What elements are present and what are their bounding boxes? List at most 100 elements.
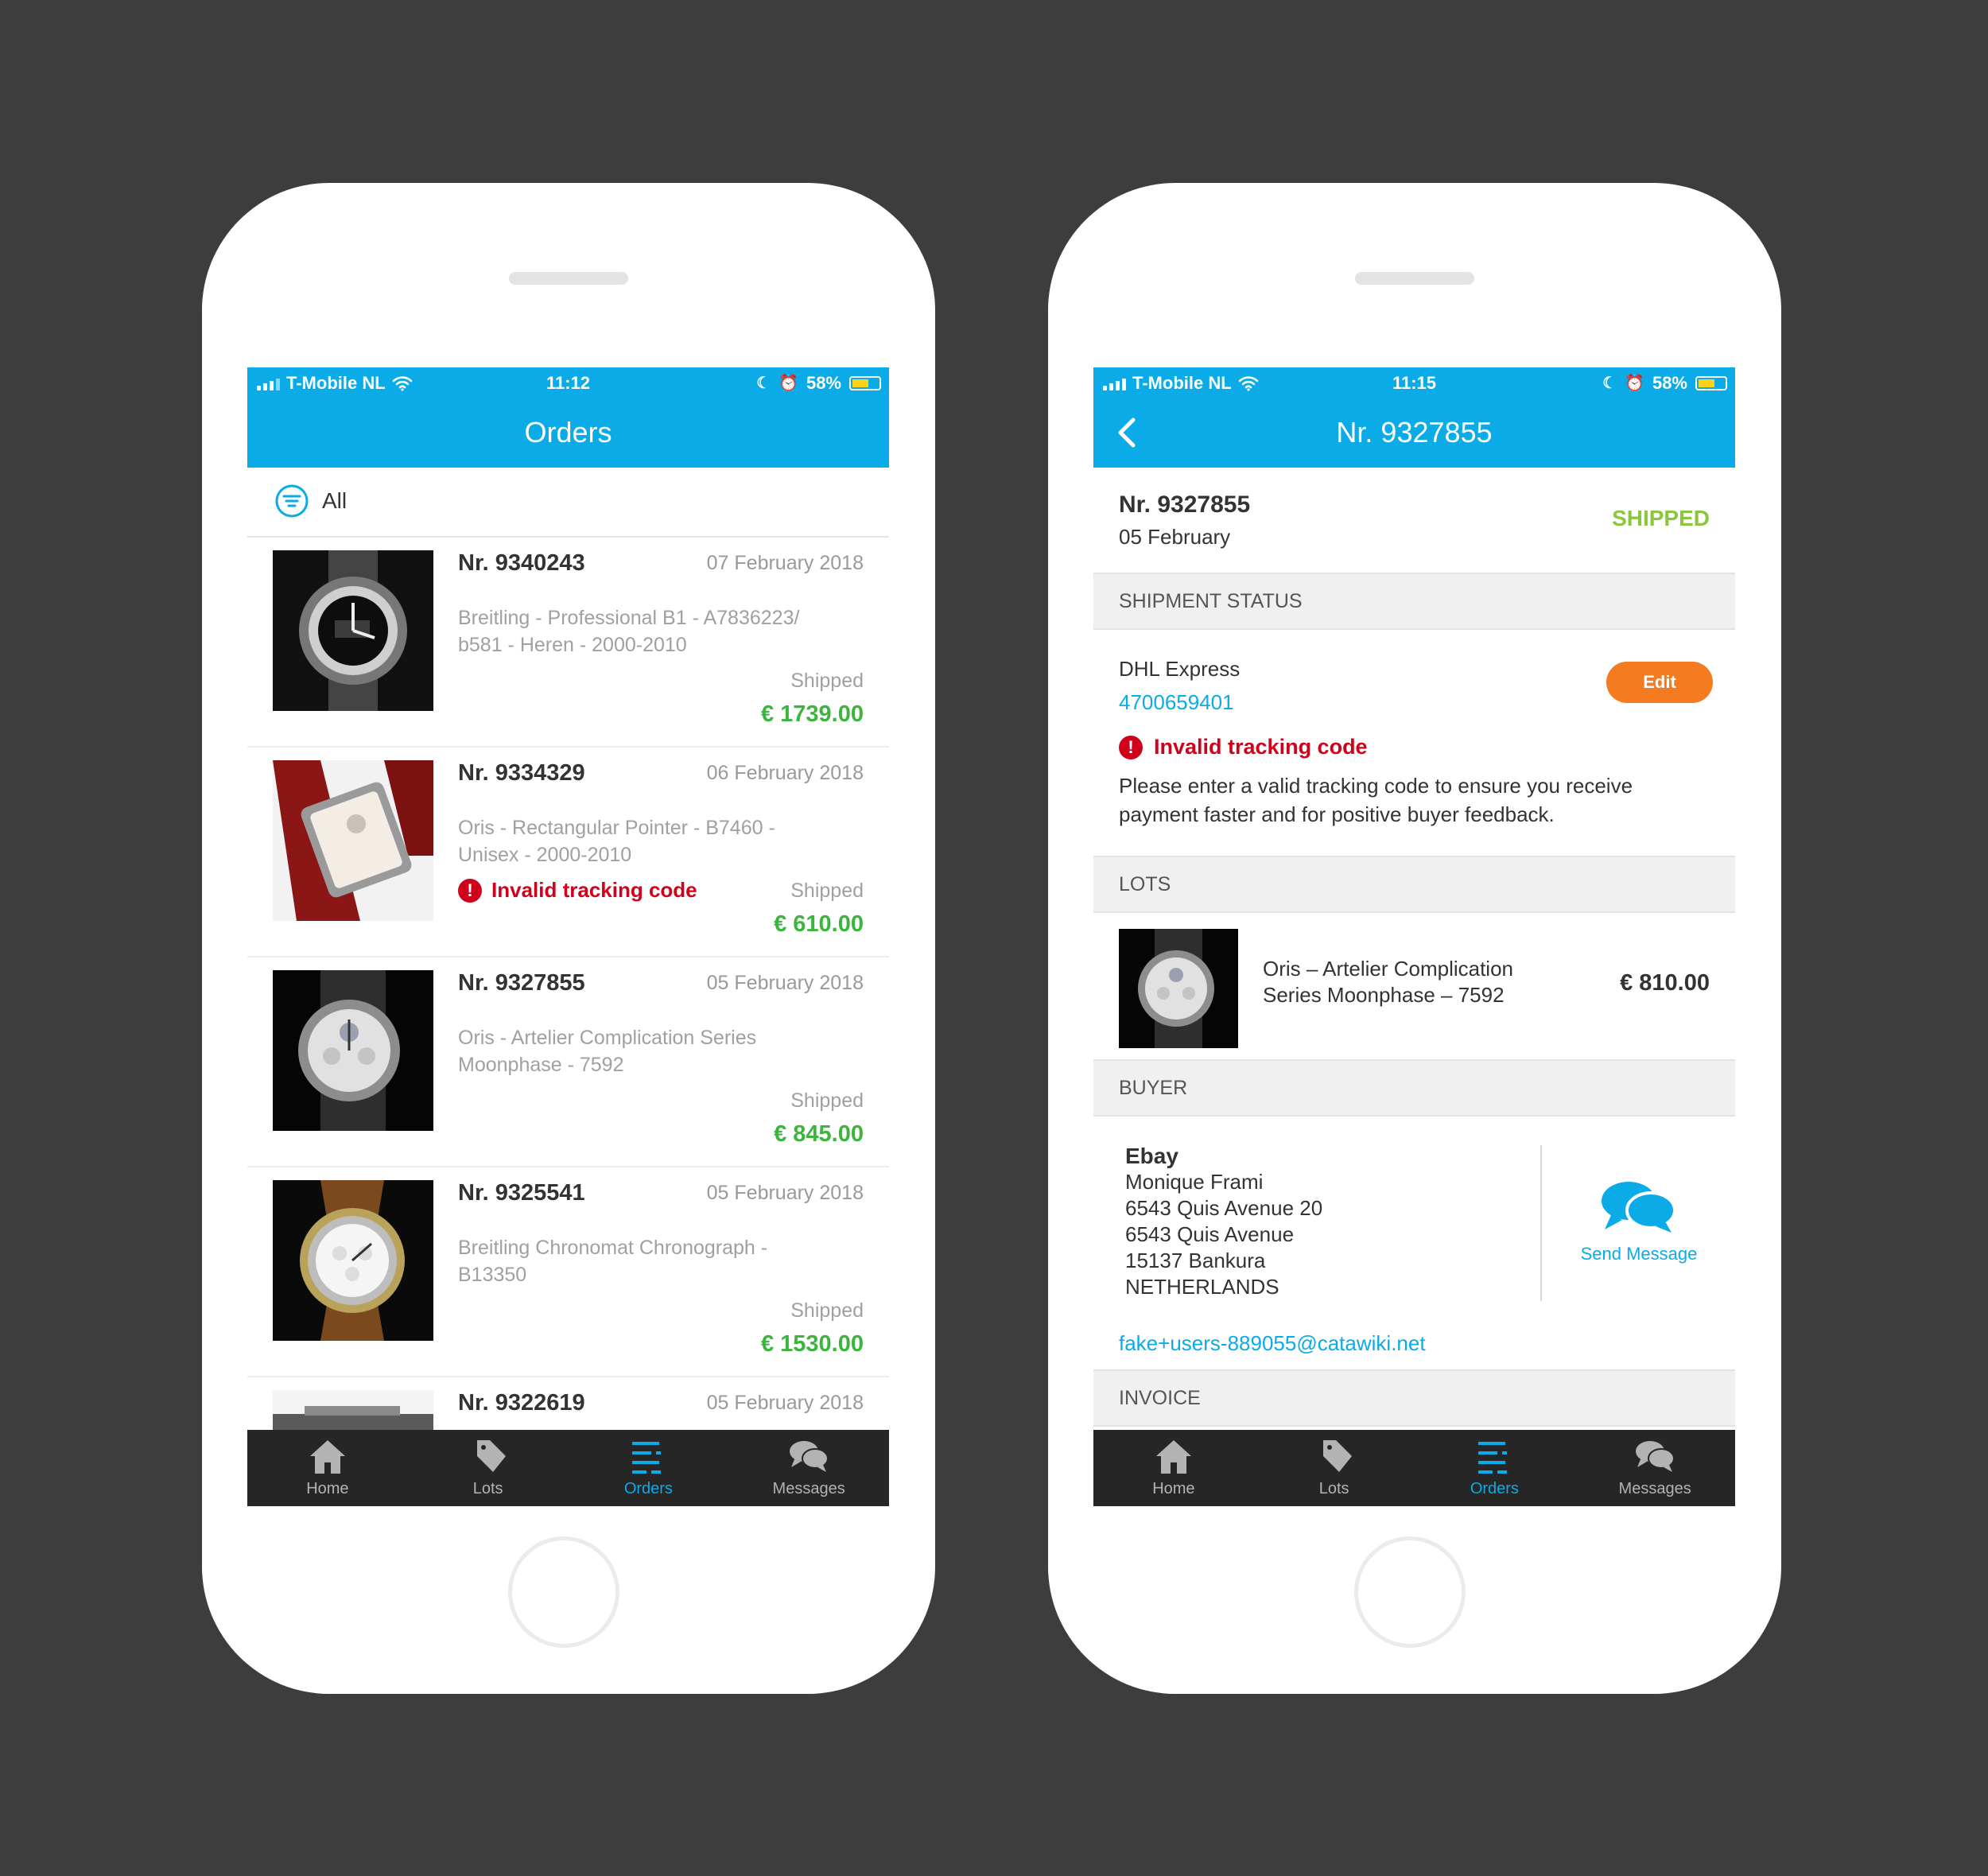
alarm-icon: ⏰ (779, 375, 798, 392)
app-bar: T-Mobile NL 11:12 ☾ ⏰ 58% Orders (247, 367, 889, 468)
edit-button[interactable]: Edit (1606, 662, 1713, 703)
tag-icon (476, 1440, 506, 1472)
order-number: Nr. 9340243 (458, 550, 585, 576)
watch-thumbnail (273, 970, 433, 1131)
tab-lots[interactable]: Lots (1254, 1430, 1415, 1506)
alert-icon: ! (458, 878, 482, 903)
watch-thumbnail (273, 1180, 433, 1341)
tab-label: Orders (1470, 1480, 1519, 1497)
tab-bar: Home Lots Orders Messages (1093, 1430, 1735, 1506)
tab-home[interactable]: Home (247, 1430, 408, 1506)
orders-screen: T-Mobile NL 11:12 ☾ ⏰ 58% Orders All Nr.… (247, 367, 889, 1506)
tab-label: Home (306, 1480, 349, 1497)
carrier-name: DHL Express (1119, 657, 1241, 681)
send-message-label: Send Message (1580, 1244, 1698, 1264)
tab-home[interactable]: Home (1093, 1430, 1254, 1506)
section-header-invoice: INVOICE (1093, 1369, 1735, 1427)
order-date: 05 February 2018 (706, 972, 864, 994)
battery-percent: 58% (1652, 373, 1687, 393)
order-number: Nr. 9325541 (458, 1180, 585, 1206)
status-bar: T-Mobile NL 11:15 ☾ ⏰ 58% (1093, 367, 1735, 399)
order-number: Nr. 9327855 (458, 970, 585, 996)
tab-lots[interactable]: Lots (408, 1430, 569, 1506)
moon-icon: ☾ (1602, 375, 1617, 392)
filter-label: All (322, 488, 348, 513)
order-item[interactable]: Nr. 9340243 07 February 2018 Breitling -… (247, 538, 889, 748)
tab-bar: Home Lots Orders Messages (247, 1430, 889, 1506)
order-price: € 610.00 (774, 911, 864, 937)
order-number: Nr. 9327855 (1119, 491, 1251, 518)
status-badge: SHIPPED (1612, 506, 1710, 530)
tracking-warning: ! Invalid tracking code (458, 878, 697, 903)
order-date: 05 February 2018 (706, 1392, 864, 1414)
warning-text: Invalid tracking code (491, 878, 697, 902)
orders-list-icon (632, 1442, 662, 1474)
tab-label: Messages (1618, 1480, 1691, 1497)
order-status: Shipped (790, 880, 864, 902)
warning-note: Please enter a valid tracking code to en… (1119, 774, 1633, 826)
filter-bar[interactable]: All (247, 468, 889, 538)
device-home-button[interactable] (508, 1536, 619, 1648)
buyer-line: 6543 Quis Avenue 20 (1125, 1196, 1323, 1220)
order-number: Nr. 9334329 (458, 760, 585, 786)
send-message-button[interactable]: Send Message (1559, 1179, 1718, 1264)
order-price: € 1530.00 (760, 1331, 864, 1357)
filter-icon[interactable] (274, 484, 309, 519)
page-title: Orders (524, 416, 612, 449)
page-title: Nr. 9327855 (1336, 416, 1493, 449)
tab-label: Lots (472, 1480, 503, 1497)
order-detail-screen: T-Mobile NL 11:15 ☾ ⏰ 58% Nr. 9327855 Nr… (1093, 367, 1735, 1506)
buyer-line: 6543 Quis Avenue (1125, 1222, 1295, 1246)
order-date: 05 February 2018 (706, 1182, 864, 1204)
phone-left: T-Mobile NL 11:12 ☾ ⏰ 58% Orders All Nr.… (202, 183, 935, 1694)
moon-icon: ☾ (756, 375, 771, 392)
buyer-line: 15137 Bankura (1125, 1249, 1266, 1272)
tab-label: Lots (1318, 1480, 1349, 1497)
order-status: Shipped (790, 670, 864, 692)
tracking-code-link[interactable]: 4700659401 (1119, 690, 1234, 715)
tab-orders[interactable]: Orders (569, 1430, 729, 1506)
app-bar: T-Mobile NL 11:15 ☾ ⏰ 58% Nr. 9327855 (1093, 367, 1735, 468)
order-description: Breitling Chronomat Chronograph - B13350 (458, 1237, 768, 1286)
divider (1540, 1145, 1542, 1301)
chat-bubbles-icon (1602, 1182, 1676, 1233)
section-header-lots: LOTS (1093, 856, 1735, 913)
buyer-name: Ebay (1125, 1144, 1178, 1168)
order-status: Shipped (790, 1089, 864, 1112)
order-item[interactable]: Nr. 9334329 06 February 2018 Oris - Rect… (247, 748, 889, 957)
tab-orders[interactable]: Orders (1415, 1430, 1575, 1506)
section-header-buyer: BUYER (1093, 1059, 1735, 1117)
tab-messages[interactable]: Messages (728, 1430, 889, 1506)
battery-icon (849, 376, 881, 390)
order-price: € 845.00 (774, 1121, 864, 1147)
order-date: 07 February 2018 (706, 552, 864, 574)
tag-icon (1322, 1440, 1352, 1472)
order-date: 06 February 2018 (706, 762, 864, 784)
phone-right: T-Mobile NL 11:15 ☾ ⏰ 58% Nr. 9327855 Nr… (1048, 183, 1781, 1694)
order-description: Breitling - Professional B1 - A7836223/ … (458, 607, 800, 656)
battery-icon (1695, 376, 1727, 390)
order-price: € 1739.00 (760, 701, 864, 727)
chat-bubbles-icon (1636, 1441, 1675, 1472)
buyer-line: Monique Frami (1125, 1170, 1264, 1194)
tab-label: Messages (772, 1480, 845, 1497)
device-home-button[interactable] (1354, 1536, 1466, 1648)
warning-text: Invalid tracking code (1154, 735, 1368, 759)
order-item[interactable]: Nr. 9325541 05 February 2018 Breitling C… (247, 1167, 889, 1377)
home-icon (1155, 1440, 1191, 1474)
alert-icon: ! (1119, 735, 1143, 759)
tab-label: Home (1152, 1480, 1195, 1497)
order-date: 05 February (1119, 525, 1231, 549)
section-header-shipment: SHIPMENT STATUS (1093, 573, 1735, 630)
order-item[interactable]: Nr. 9327855 05 February 2018 Oris - Arte… (247, 957, 889, 1167)
battery-percent: 58% (806, 373, 841, 393)
buyer-email-link[interactable]: fake+users-889055@catawiki.net (1119, 1331, 1426, 1356)
lot-title[interactable]: Oris – Artelier Complication Series Moon… (1263, 956, 1549, 1008)
order-list: Nr. 9340243 07 February 2018 Breitling -… (247, 538, 889, 1506)
buyer-line: NETHERLANDS (1125, 1275, 1279, 1299)
tab-messages[interactable]: Messages (1574, 1430, 1735, 1506)
speaker (509, 272, 628, 285)
lot-thumbnail[interactable] (1119, 929, 1238, 1048)
speaker (1355, 272, 1474, 285)
order-status: Shipped (790, 1299, 864, 1322)
